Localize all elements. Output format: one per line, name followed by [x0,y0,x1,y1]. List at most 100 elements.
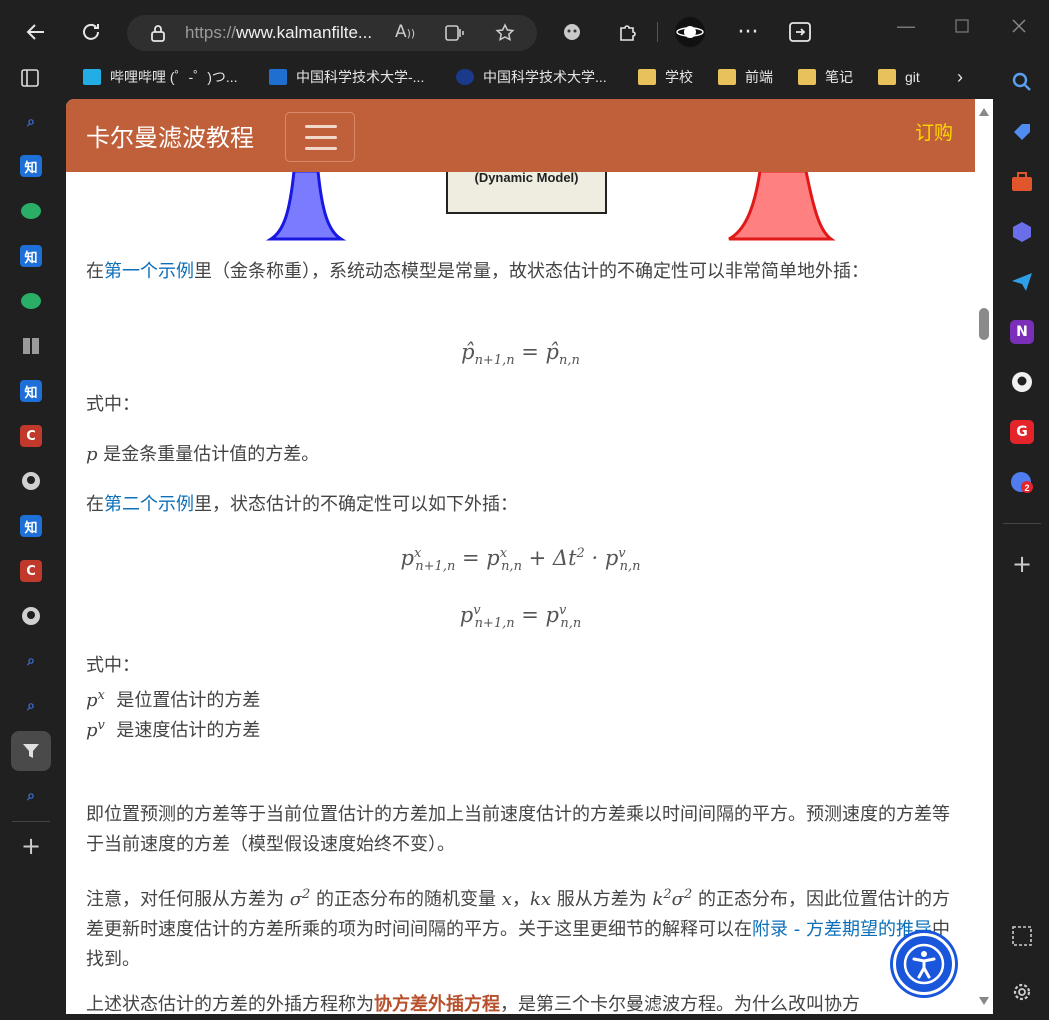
scroll-up-arrow-icon[interactable] [978,107,990,117]
url-text: https://www.kalmanfilte... [185,23,373,42]
tab-zhihu-4[interactable]: 知 [20,515,42,537]
zhihu-icon: 知 [24,160,38,176]
csdn-icon: C [26,563,36,579]
paragraph-covariance-extrapolation: 上述状态估计的方差的外插方程称为协方差外插方程，是第三个卡尔曼滤波方程。为什么改… [86,994,860,1014]
tab-search-4[interactable]: ⌕ [20,785,42,807]
immersive-reader-icon[interactable] [445,24,465,42]
csdn-icon: C [26,428,36,444]
new-tab-button[interactable]: + [20,832,42,860]
sidebar-toggle-button[interactable] [782,14,818,50]
tab-csdn-1[interactable]: C [20,425,42,447]
maximize-button[interactable] [944,8,980,44]
bookmark-ustc-1[interactable]: 中国科学技术大学-... [269,66,424,88]
sidebar-app-notify-button[interactable]: 2 [1010,470,1034,494]
sidebar-g-app-button[interactable]: G [1010,420,1034,444]
tab-csdn-2[interactable]: C [20,560,42,582]
sloth-extension-icon [564,24,580,40]
link-appendix-variance[interactable]: 附录 - 方差期望的推导 [752,919,932,940]
tab-kalman-active[interactable] [11,731,51,771]
tab-zhihu-2[interactable]: 知 [20,245,42,267]
ustc-seal-icon [456,69,474,85]
subscribe-link[interactable]: 订购 [915,118,953,145]
scrollbar-thumb[interactable] [979,308,989,340]
exit-sidebar-icon [789,22,811,42]
tab-reader[interactable] [20,335,42,357]
more-menu-button[interactable]: ··· [730,14,766,50]
hamburger-line [305,136,337,139]
search-icon [1012,72,1031,91]
bookmark-folder-school[interactable]: 学校 [638,66,693,88]
zhihu-icon: 知 [24,520,38,536]
bilibili-icon [83,69,101,85]
sidebar-search-button[interactable] [1010,70,1034,94]
github-icon [1012,372,1032,392]
bookmark-folder-notes[interactable]: 笔记 [798,66,853,88]
tab-github-1[interactable] [20,470,42,492]
github-icon [22,472,40,490]
plus-icon: + [1011,550,1033,578]
sidebar-divider [1003,523,1041,524]
folder-icon [638,69,656,85]
site-navbar: 卡尔曼滤波教程 订购 [66,99,975,172]
scroll-down-arrow-icon[interactable] [978,996,990,1006]
favorite-star-icon[interactable] [495,23,515,43]
sidebar-screenshot-button[interactable] [1010,924,1034,948]
minimize-icon: — [896,14,916,38]
funnel-icon [23,744,39,758]
sidebar-add-button[interactable]: + [1010,550,1034,578]
bookmark-folder-frontend[interactable]: 前端 [718,66,773,88]
paragraph-prediction-explanation: 即位置预测的方差等于当前位置估计的方差加上当前速度估计的方差乘以时间间隔的平方。… [86,804,950,855]
back-button[interactable] [18,14,54,50]
bookmark-ustc-2[interactable]: 中国科学技术大学... [456,66,607,88]
folder-icon [718,69,736,85]
sidebar-copilot-button[interactable] [1010,220,1034,244]
close-button[interactable] [1001,8,1037,44]
onenote-icon: N [1016,324,1028,340]
profile-button[interactable] [672,14,708,50]
site-brand[interactable]: 卡尔曼滤波教程 [86,118,254,153]
tab-wechat-2[interactable] [20,290,42,312]
sidebar-onenote-button[interactable]: N [1010,320,1034,344]
search-icon: ⌕ [27,698,35,714]
page-scrollbar[interactable] [975,99,993,1014]
browser-title-bar: https://www.kalmanfilte... A)) ··· — [0,0,1049,62]
sidebar-send-button[interactable] [1010,270,1034,294]
menu-toggle-button[interactable] [285,112,355,162]
sidebar-tools-button[interactable] [1010,170,1034,194]
gear-icon [1013,983,1031,1001]
tab-zhihu-3[interactable]: 知 [20,380,42,402]
sidebar-settings-button[interactable] [1010,980,1034,1004]
screenshot-icon [1012,926,1032,946]
bookmark-folder-git[interactable]: git [878,66,920,88]
bookmark-bilibili[interactable]: 哔哩哔哩 (゜-゜)つ... [83,66,238,88]
tab-search-3[interactable]: ⌕ [20,695,42,717]
refresh-button[interactable] [73,14,109,50]
tab-github-2[interactable] [20,605,42,627]
tab-actions-icon[interactable] [21,69,39,87]
pv-variance-definition: pv 是速度估计的方差 [86,718,261,741]
tab-wechat-1[interactable] [20,200,42,222]
sidebar-github-button[interactable] [1010,370,1034,394]
link-covariance-extrapolation[interactable]: 协方差外插方程 [374,994,500,1014]
folder-icon [878,69,896,85]
minimize-button[interactable]: — [888,8,924,44]
sidebar-shopping-button[interactable] [1010,120,1034,144]
tab-zhihu-1[interactable]: 知 [20,155,42,177]
address-bar[interactable]: https://www.kalmanfilte... A)) [127,15,537,51]
search-icon: ⌕ [27,788,35,804]
extension-sloth-button[interactable] [554,14,590,50]
tag-icon [1014,124,1030,140]
read-aloud-icon[interactable]: A)) [395,22,415,42]
tab-search[interactable]: ⌕ [20,111,42,133]
puzzle-icon [620,25,636,41]
extensions-button[interactable] [610,14,646,50]
bookmarks-overflow-button[interactable]: › [957,66,963,88]
accessibility-button[interactable] [893,933,955,995]
link-first-example[interactable]: 第一个示例 [104,261,194,282]
send-icon [1012,273,1032,291]
link-second-example[interactable]: 第二个示例 [104,494,194,515]
app-icon-with-badge: 2 [1011,472,1033,493]
search-icon: ⌕ [27,114,35,130]
paragraph-note-variance: 注意，对任何服从方差为 σ2 的正态分布的随机变量 x，kx 服从方差为 k2σ… [86,887,950,970]
tab-search-2[interactable]: ⌕ [20,650,42,672]
